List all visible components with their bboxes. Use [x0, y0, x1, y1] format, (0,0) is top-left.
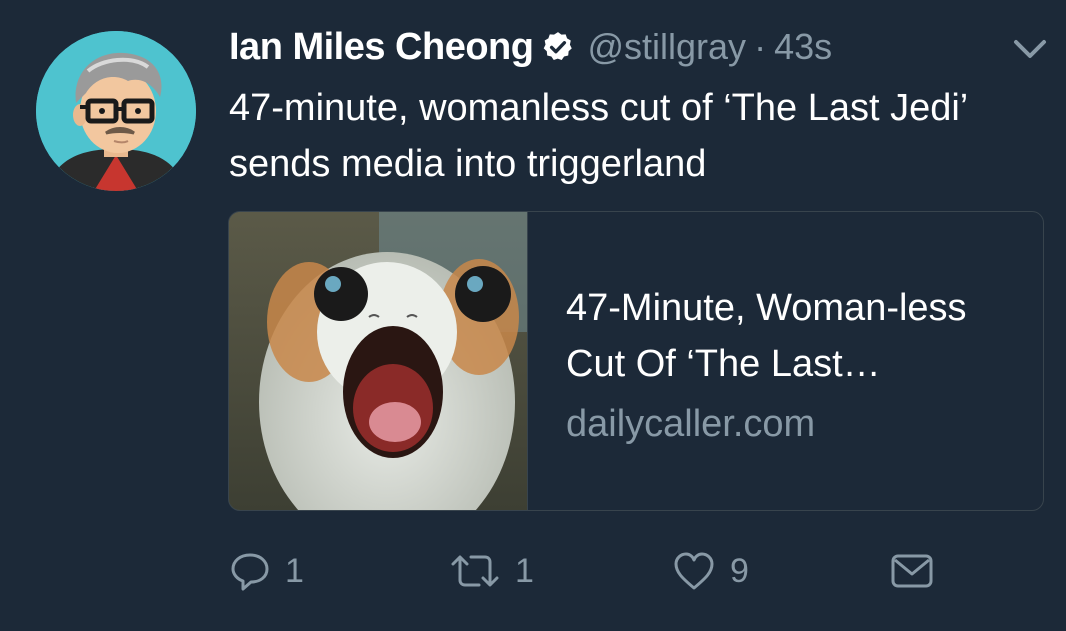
reply-count: 1 — [285, 551, 304, 590]
retweet-count: 1 — [515, 551, 534, 590]
card-title[interactable]: 47-Minute, Woman-less Cut Of ‘The Last… — [566, 280, 1026, 392]
like-count: 9 — [730, 551, 749, 590]
tweet-timestamp[interactable]: 43s — [774, 26, 832, 68]
avatar-illustration — [36, 31, 196, 191]
header-separator: · — [754, 26, 767, 67]
envelope-icon — [889, 550, 935, 592]
like-button[interactable]: 9 — [672, 546, 749, 596]
card-domain: dailycaller.com — [566, 403, 816, 445]
retweet-button[interactable]: 1 — [449, 546, 534, 596]
author-handle[interactable]: @stillgray — [587, 26, 746, 68]
heart-icon — [672, 550, 716, 592]
card-text-block: 47-Minute, Woman-less Cut Of ‘The Last… … — [527, 212, 1026, 510]
chevron-down-icon[interactable] — [1010, 34, 1050, 64]
tweet-header: Ian Miles Cheong @stillgray · 43s — [229, 22, 832, 72]
card-thumbnail-image — [229, 212, 527, 510]
avatar[interactable] — [36, 31, 196, 191]
retweet-icon — [449, 550, 501, 592]
tweet-text: 47-minute, womanless cut of ‘The Last Je… — [229, 87, 967, 185]
reply-icon — [229, 550, 271, 592]
author-display-name[interactable]: Ian Miles Cheong — [229, 26, 534, 69]
tweet-actions: 1 1 9 — [229, 546, 949, 596]
reply-button[interactable]: 1 — [229, 546, 304, 596]
link-preview-card[interactable]: 47-Minute, Woman-less Cut Of ‘The Last… … — [228, 211, 1044, 511]
direct-message-button[interactable] — [889, 546, 935, 596]
tweet[interactable]: Ian Miles Cheong @stillgray · 43s 47-min… — [0, 0, 1066, 631]
verified-badge-icon — [541, 30, 575, 64]
